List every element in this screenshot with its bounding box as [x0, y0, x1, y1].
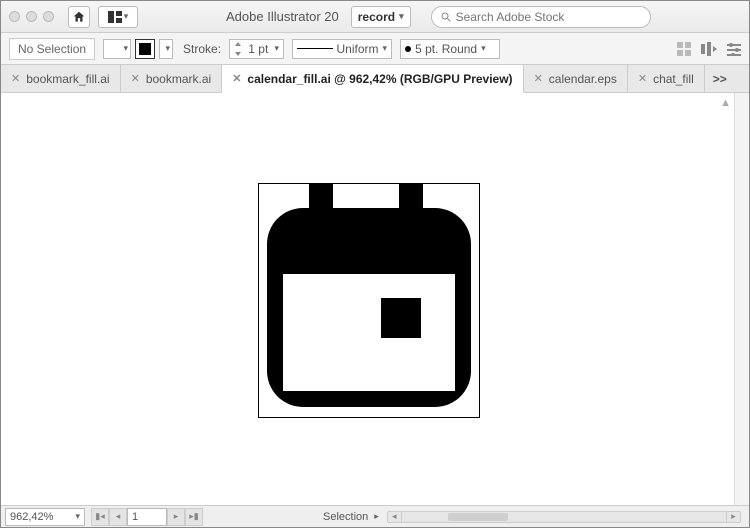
- chevron-down-icon: ▾: [481, 43, 486, 54]
- search-input[interactable]: [456, 10, 642, 24]
- stepper-icon: [234, 42, 242, 56]
- close-icon[interactable]: ✕: [638, 72, 647, 85]
- preferences-icon[interactable]: [727, 42, 741, 56]
- stroke-line-icon: [297, 48, 332, 49]
- tab-label: calendar.eps: [549, 72, 617, 86]
- chevron-down-icon: ▾: [75, 511, 80, 522]
- control-bar: No Selection ▾ ▾ Stroke: 1 pt ▾ Uniform …: [1, 33, 749, 65]
- scroll-left-button[interactable]: ◂: [388, 512, 402, 522]
- brush-label: 5 pt. Round: [415, 42, 477, 56]
- app-window: ▾ Adobe Illustrator 20 record ▾ No Selec…: [0, 0, 750, 528]
- stroke-profile-dropdown[interactable]: Uniform ▾: [292, 39, 392, 59]
- status-menu-icon[interactable]: ▸: [374, 511, 379, 522]
- calendar-date-marker: [381, 298, 421, 338]
- calendar-fill-artwork: [259, 184, 479, 417]
- selection-status: No Selection: [9, 38, 95, 60]
- stroke-weight-input[interactable]: 1 pt ▾: [229, 39, 284, 59]
- collapse-panels-icon[interactable]: ▲: [720, 97, 731, 109]
- app-title: Adobe Illustrator 20: [226, 9, 339, 24]
- arrange-documents-button[interactable]: ▾: [98, 6, 138, 28]
- close-icon[interactable]: ✕: [534, 72, 543, 85]
- artboard[interactable]: [258, 183, 480, 418]
- stroke-swatch-dropdown[interactable]: ▾: [159, 39, 173, 59]
- round-brush-icon: [405, 46, 411, 52]
- zoom-level-input[interactable]: 962,42% ▾: [5, 508, 85, 526]
- stroke-profile-label: Uniform: [337, 42, 379, 56]
- stroke-weight-value: 1 pt: [248, 42, 268, 56]
- fill-swatch-group: ▾ ▾: [103, 39, 173, 59]
- chevron-down-icon: ▾: [399, 11, 404, 22]
- last-artboard-button[interactable]: ▸▮: [185, 508, 203, 526]
- tab-label: calendar_fill.ai @ 962,42% (RGB/GPU Prev…: [247, 72, 512, 86]
- scroll-right-button[interactable]: ▸: [726, 512, 740, 522]
- close-icon[interactable]: ✕: [131, 72, 140, 85]
- horizontal-scrollbar-thumb[interactable]: [448, 513, 508, 521]
- chevron-down-icon: ▾: [124, 11, 129, 22]
- brush-definition-dropdown[interactable]: 5 pt. Round ▾: [400, 39, 500, 59]
- canvas-area[interactable]: ▲: [1, 93, 749, 505]
- close-icon[interactable]: ✕: [232, 72, 241, 85]
- align-icon[interactable]: [701, 42, 717, 56]
- chevron-down-icon: ▾: [166, 43, 171, 54]
- first-artboard-button[interactable]: ▮◂: [91, 508, 109, 526]
- prev-artboard-button[interactable]: ◂: [109, 508, 127, 526]
- workspace-switcher[interactable]: record ▾: [351, 6, 411, 28]
- chevron-down-icon: ▾: [275, 43, 280, 54]
- home-icon: [72, 10, 86, 24]
- minimize-window-icon[interactable]: [26, 11, 37, 22]
- vertical-scrollbar-thumb[interactable]: [737, 293, 747, 319]
- tab-calendar-fill[interactable]: ✕ calendar_fill.ai @ 962,42% (RGB/GPU Pr…: [222, 65, 523, 93]
- current-tool-label: Selection: [323, 511, 368, 523]
- stroke-label: Stroke:: [183, 42, 221, 56]
- status-bar: 962,42% ▾ ▮◂ ◂ 1 ▸ ▸▮ Selection ▸ ◂ ▸: [1, 505, 749, 527]
- artboard-navigation: ▮◂ ◂ 1 ▸ ▸▮: [91, 508, 203, 526]
- grid-icon[interactable]: [677, 42, 691, 56]
- layout-icon: [108, 11, 122, 23]
- tab-chat-fill[interactable]: ✕ chat_fill: [628, 65, 705, 92]
- tab-calendar-eps[interactable]: ✕ calendar.eps: [524, 65, 628, 92]
- workspace-label: record: [358, 10, 395, 24]
- tab-bookmark[interactable]: ✕ bookmark.ai: [121, 65, 223, 92]
- close-window-icon[interactable]: [9, 11, 20, 22]
- zoom-window-icon[interactable]: [43, 11, 54, 22]
- titlebar: ▾ Adobe Illustrator 20 record ▾: [1, 1, 749, 33]
- next-artboard-button[interactable]: ▸: [167, 508, 185, 526]
- tab-label: bookmark_fill.ai: [26, 72, 109, 86]
- tab-label: chat_fill: [653, 72, 694, 86]
- document-tabs: ✕ bookmark_fill.ai ✕ bookmark.ai ✕ calen…: [1, 65, 749, 93]
- control-bar-right: [677, 42, 741, 56]
- stroke-swatch[interactable]: [135, 39, 155, 59]
- tab-label: bookmark.ai: [146, 72, 211, 86]
- chevron-down-icon: ▾: [383, 43, 388, 54]
- calendar-window: [283, 274, 455, 391]
- window-controls: [9, 11, 54, 22]
- horizontal-scrollbar[interactable]: ◂ ▸: [387, 511, 741, 523]
- chevron-down-icon: ▾: [124, 43, 129, 54]
- tab-bookmark-fill[interactable]: ✕ bookmark_fill.ai: [1, 65, 121, 92]
- fill-swatch-dropdown[interactable]: ▾: [103, 39, 131, 59]
- stock-search: [431, 6, 651, 28]
- home-button[interactable]: [68, 6, 90, 28]
- artboard-number-input[interactable]: 1: [127, 508, 167, 526]
- zoom-value: 962,42%: [10, 511, 53, 523]
- artboard-number: 1: [132, 511, 138, 523]
- search-icon: [440, 11, 452, 23]
- search-field-wrap[interactable]: [431, 6, 651, 28]
- close-icon[interactable]: ✕: [11, 72, 20, 85]
- tabs-overflow-button[interactable]: >>: [705, 65, 735, 92]
